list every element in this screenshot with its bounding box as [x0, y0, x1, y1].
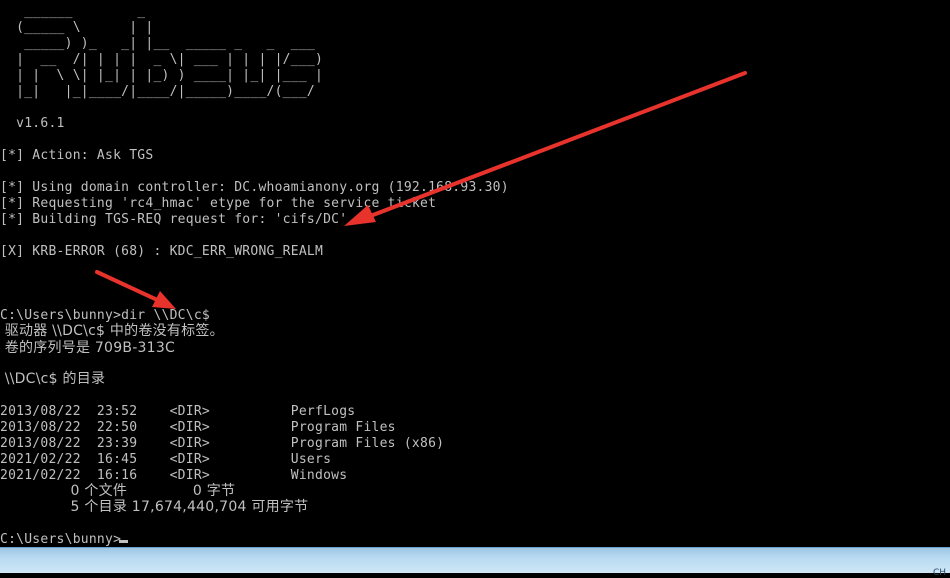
prompt-line[interactable]: C:\Users\bunny> [0, 532, 121, 548]
error-line: [X] KRB-ERROR (68) : KDC_ERR_WRONG_REALM [0, 244, 324, 259]
command-line: C:\Users\bunny>dir \\DC\c$ [0, 308, 210, 323]
dir-entry: 2021/02/22 16:16 <DIR> Windows [0, 468, 348, 483]
directory-header: \\DC\c$ 的目录 [0, 371, 106, 387]
message-line: [*] Using domain controller: DC.whoamian… [0, 180, 509, 195]
language-indicator[interactable]: CH [933, 568, 946, 578]
banner-line: | | \ \| |_| | |_) ) ____| |_| |___ | [0, 68, 324, 83]
message-line: [*] Requesting 'rc4_hmac' etype for the … [0, 196, 437, 211]
banner-line: _____) )_ _| |__ _____ _ _ ___ [0, 36, 315, 51]
dir-entry: 2013/08/22 23:39 <DIR> Program Files (x8… [0, 436, 445, 451]
console-window[interactable]: ______ _ (_____ \ | | _____) )_ _| |__ _… [0, 0, 950, 547]
file-count-summary: 0 个文件 0 字节 [0, 483, 236, 499]
dir-count-summary: 5 个目录 17,674,440,704 可用字节 [0, 499, 309, 515]
message-line: [*] Building TGS-REQ request for: 'cifs/… [0, 212, 348, 227]
volume-line: 卷的序列号是 709B-313C [0, 340, 176, 356]
action-line: [*] Action: Ask TGS [0, 148, 154, 163]
dir-entry: 2021/02/22 16:45 <DIR> Users [0, 452, 332, 467]
banner-line: ______ _ [0, 4, 146, 19]
banner-line: | __ /| | | | _ \| ___ | | | |/___) [0, 52, 324, 67]
volume-line: 驱动器 \\DC\c$ 中的卷没有标签。 [0, 323, 224, 339]
banner-line: (_____ \ | | [0, 20, 154, 35]
dir-entry: 2013/08/22 22:50 <DIR> Program Files [0, 420, 396, 435]
banner-line: |_| |_|____/|____/|_____)____/(___/ [0, 84, 315, 99]
text-cursor [119, 540, 128, 543]
dir-entry: 2013/08/22 23:52 <DIR> PerfLogs [0, 404, 356, 419]
taskbar: CH [0, 547, 950, 578]
version-text: v1.6.1 [0, 116, 65, 131]
